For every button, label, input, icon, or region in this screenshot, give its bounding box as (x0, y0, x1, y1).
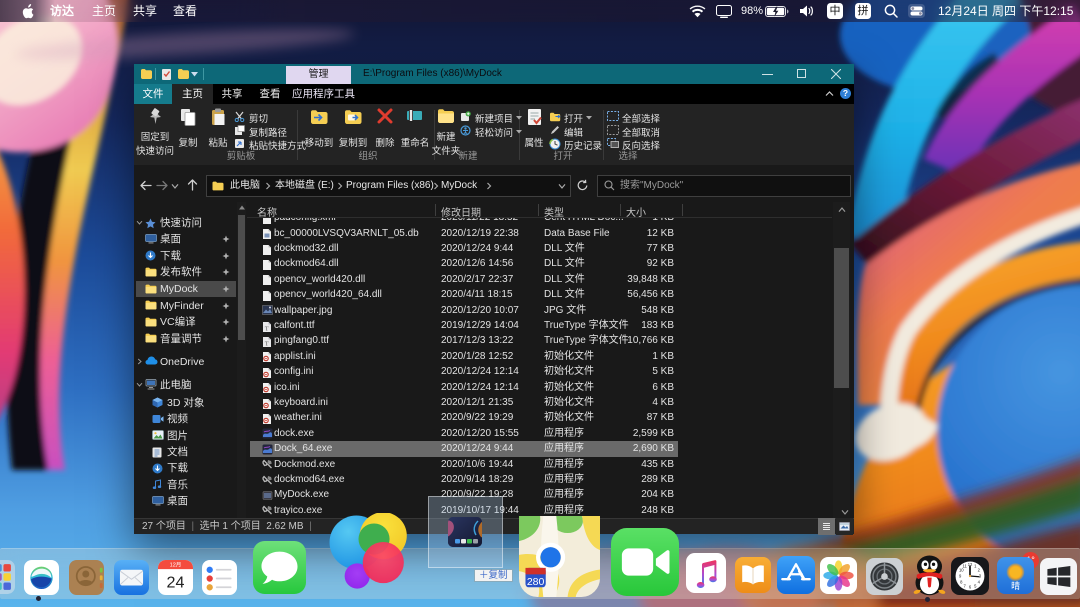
svg-text:24: 24 (167, 573, 185, 591)
svg-text:11: 11 (963, 564, 968, 569)
svg-text:T: T (265, 325, 269, 332)
svg-text:晴: 晴 (1011, 579, 1020, 592)
svg-text:280: 280 (527, 576, 545, 588)
svg-text:12月: 12月 (170, 562, 182, 569)
svg-text:T: T (265, 340, 269, 347)
